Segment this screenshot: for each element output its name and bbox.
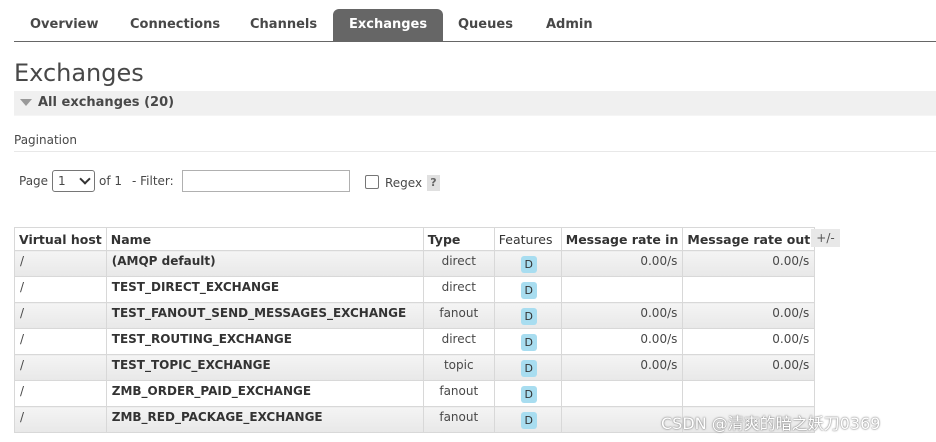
cell-type: direct xyxy=(422,328,495,355)
cell-rate-in: 0.00/s xyxy=(560,250,684,277)
cell-features: D xyxy=(493,250,562,277)
pagination-title: Pagination xyxy=(14,133,936,152)
tab-channels[interactable]: Channels xyxy=(234,9,333,41)
regex-label: Regex xyxy=(385,176,423,190)
all-exchanges-section-toggle[interactable]: All exchanges (20) xyxy=(14,91,936,116)
regex-help-icon[interactable]: ? xyxy=(427,175,440,191)
cell-rate-in: 0.00/s xyxy=(560,328,684,355)
cell-type: fanout xyxy=(422,302,495,329)
durable-badge: D xyxy=(520,308,537,325)
cell-vhost: / xyxy=(14,276,107,303)
tab-connections[interactable]: Connections xyxy=(114,9,236,41)
table-header-row: Virtual host Name Type Features Message … xyxy=(14,227,816,251)
cell-vhost: / xyxy=(14,302,107,329)
table-row: / TEST_DIRECT_EXCHANGE direct D xyxy=(14,276,816,303)
cell-features: D xyxy=(493,328,562,355)
cell-type: topic xyxy=(422,354,495,381)
exchange-name-link[interactable]: TEST_FANOUT_SEND_MESSAGES_EXCHANGE xyxy=(105,302,424,329)
regex-checkbox[interactable] xyxy=(365,175,379,189)
cell-rate-out: 0.00/s xyxy=(682,328,816,355)
filter-input[interactable] xyxy=(182,170,350,192)
cell-type: fanout xyxy=(422,380,495,407)
table-row: / (AMQP default) direct D 0.00/s 0.00/s xyxy=(14,250,816,277)
cell-features: D xyxy=(493,302,562,329)
column-header-message-rate-out: Message rate out xyxy=(682,227,816,251)
filter-label: - Filter: xyxy=(132,174,174,188)
durable-badge: D xyxy=(520,334,537,351)
cell-type: fanout xyxy=(422,406,495,433)
cell-rate-out: 0.00/s xyxy=(682,250,816,277)
table-row: / TEST_TOPIC_EXCHANGE topic D 0.00/s 0.0… xyxy=(14,354,816,381)
exchange-name-link[interactable]: (AMQP default) xyxy=(105,250,424,277)
table-row: / TEST_ROUTING_EXCHANGE direct D 0.00/s … xyxy=(14,328,816,355)
main-nav-tabs: Overview Connections Channels Exchanges … xyxy=(14,9,936,42)
cell-features: D xyxy=(493,276,562,303)
page-select-value: 1 xyxy=(58,174,66,188)
page-select[interactable]: 1 xyxy=(52,170,95,192)
exchange-name-link[interactable]: TEST_TOPIC_EXCHANGE xyxy=(105,354,424,381)
column-header-message-rate-in: Message rate in xyxy=(560,227,684,251)
cell-rate-in: 0.00/s xyxy=(560,302,684,329)
column-header-name[interactable]: Name xyxy=(105,227,424,251)
table-row: / TEST_FANOUT_SEND_MESSAGES_EXCHANGE fan… xyxy=(14,302,816,329)
cell-rate-in xyxy=(560,276,684,303)
rabbitmq-exchanges-page: Overview Connections Channels Exchanges … xyxy=(0,0,936,442)
durable-badge: D xyxy=(520,360,537,377)
durable-badge: D xyxy=(520,386,537,403)
tab-admin[interactable]: Admin xyxy=(530,9,609,41)
exchanges-table: Virtual host Name Type Features Message … xyxy=(14,227,816,433)
tab-queues[interactable]: Queues xyxy=(442,9,529,41)
page-title: Exchanges xyxy=(14,59,144,87)
cell-type: direct xyxy=(422,250,495,277)
column-header-type[interactable]: Type xyxy=(422,227,495,251)
durable-badge: D xyxy=(520,412,537,429)
watermark: CSDN @清爽的暗之妖刀0369 xyxy=(661,414,881,433)
chevron-down-icon xyxy=(79,173,91,185)
cell-rate-out: 0.00/s xyxy=(682,302,816,329)
tab-exchanges[interactable]: Exchanges xyxy=(333,9,444,41)
cell-vhost: / xyxy=(14,250,107,277)
exchange-name-link[interactable]: TEST_ROUTING_EXCHANGE xyxy=(105,328,424,355)
cell-vhost: / xyxy=(14,328,107,355)
exchange-name-link[interactable]: ZMB_ORDER_PAID_EXCHANGE xyxy=(105,380,424,407)
page-label: Page xyxy=(19,174,49,188)
cell-features: D xyxy=(493,354,562,381)
page-count-label: of 1 xyxy=(99,174,123,188)
cell-vhost: / xyxy=(14,380,107,407)
tab-overview[interactable]: Overview xyxy=(14,9,115,41)
cell-vhost: / xyxy=(14,354,107,381)
table-row: / ZMB_ORDER_PAID_EXCHANGE fanout D xyxy=(14,380,816,407)
exchange-name-link[interactable]: TEST_DIRECT_EXCHANGE xyxy=(105,276,424,303)
cell-rate-in xyxy=(560,380,684,407)
cell-rate-out xyxy=(682,380,816,407)
cell-features: D xyxy=(493,380,562,407)
durable-badge: D xyxy=(520,256,537,273)
cell-rate-in: 0.00/s xyxy=(560,354,684,381)
column-toggle-button[interactable]: +/- xyxy=(811,229,840,247)
exchange-name-link[interactable]: ZMB_RED_PACKAGE_EXCHANGE xyxy=(105,406,424,433)
cell-vhost: / xyxy=(14,406,107,433)
section-label: All exchanges (20) xyxy=(38,95,175,110)
cell-type: direct xyxy=(422,276,495,303)
column-header-features: Features xyxy=(493,227,562,251)
cell-features: D xyxy=(493,406,562,433)
durable-badge: D xyxy=(520,282,537,299)
cell-rate-out: 0.00/s xyxy=(682,354,816,381)
collapse-triangle-icon xyxy=(20,99,32,106)
column-header-virtual-host[interactable]: Virtual host xyxy=(14,227,107,251)
cell-rate-out xyxy=(682,276,816,303)
